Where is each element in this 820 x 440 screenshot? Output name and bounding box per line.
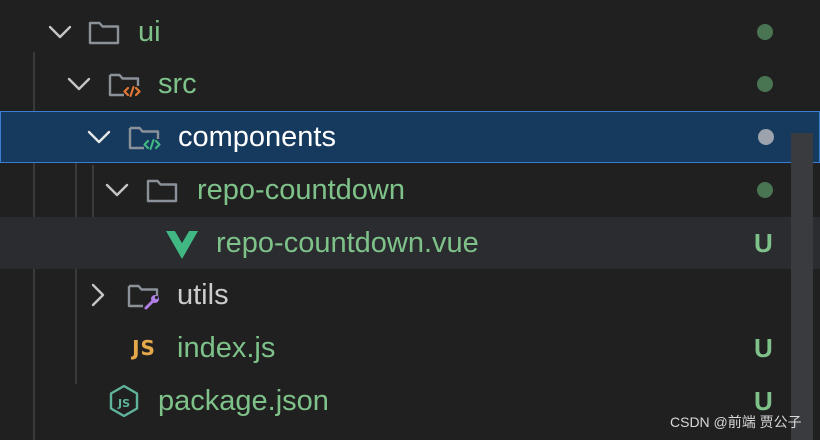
vertical-scrollbar[interactable] (791, 133, 813, 440)
tree-item-repo-countdown-vue[interactable]: repo-countdown.vue U (0, 217, 820, 269)
tree-item-src[interactable]: src (0, 58, 820, 110)
status-dot (758, 129, 774, 145)
tree-item-label: components (178, 121, 336, 153)
tree-item-utils[interactable]: utils (0, 269, 820, 321)
js-icon: JS (132, 336, 156, 360)
tree-item-label: repo-countdown.vue (216, 227, 479, 259)
tree-item-index-js[interactable]: JS index.js U (0, 322, 820, 374)
tree-item-label: src (158, 68, 197, 100)
tree-item-label: utils (177, 279, 229, 311)
tree-item-repo-countdown[interactable]: repo-countdown (0, 164, 820, 216)
svg-text:JS: JS (117, 397, 130, 410)
nodejs-icon: JS (109, 384, 139, 418)
tree-item-label: package.json (158, 385, 329, 417)
tree-item-components[interactable]: components (0, 111, 820, 163)
tree-item-label: ui (138, 16, 161, 48)
file-explorer-tree: ui src components repo-countdown repo-co… (0, 0, 820, 440)
status-dot (757, 182, 773, 198)
git-status-untracked: U (754, 333, 773, 363)
chevron-down-icon[interactable] (86, 124, 112, 150)
tree-item-label: repo-countdown (197, 174, 405, 206)
chevron-right-icon[interactable] (85, 282, 111, 308)
vue-icon (166, 231, 198, 259)
git-status-untracked: U (754, 228, 773, 258)
folder-icon (88, 21, 120, 45)
chevron-down-icon[interactable] (104, 177, 130, 203)
tree-item-ui[interactable]: ui (0, 6, 820, 58)
folder-utils-icon (127, 284, 159, 310)
folder-components-icon (128, 126, 161, 150)
watermark-text: CSDN @前端 贾公子 (670, 414, 802, 430)
status-dot (757, 76, 773, 92)
chevron-down-icon[interactable] (66, 71, 92, 97)
status-dot (757, 24, 773, 40)
folder-src-icon (108, 73, 141, 97)
tree-item-label: index.js (177, 332, 276, 364)
folder-icon (146, 179, 178, 203)
chevron-down-icon[interactable] (47, 19, 73, 45)
